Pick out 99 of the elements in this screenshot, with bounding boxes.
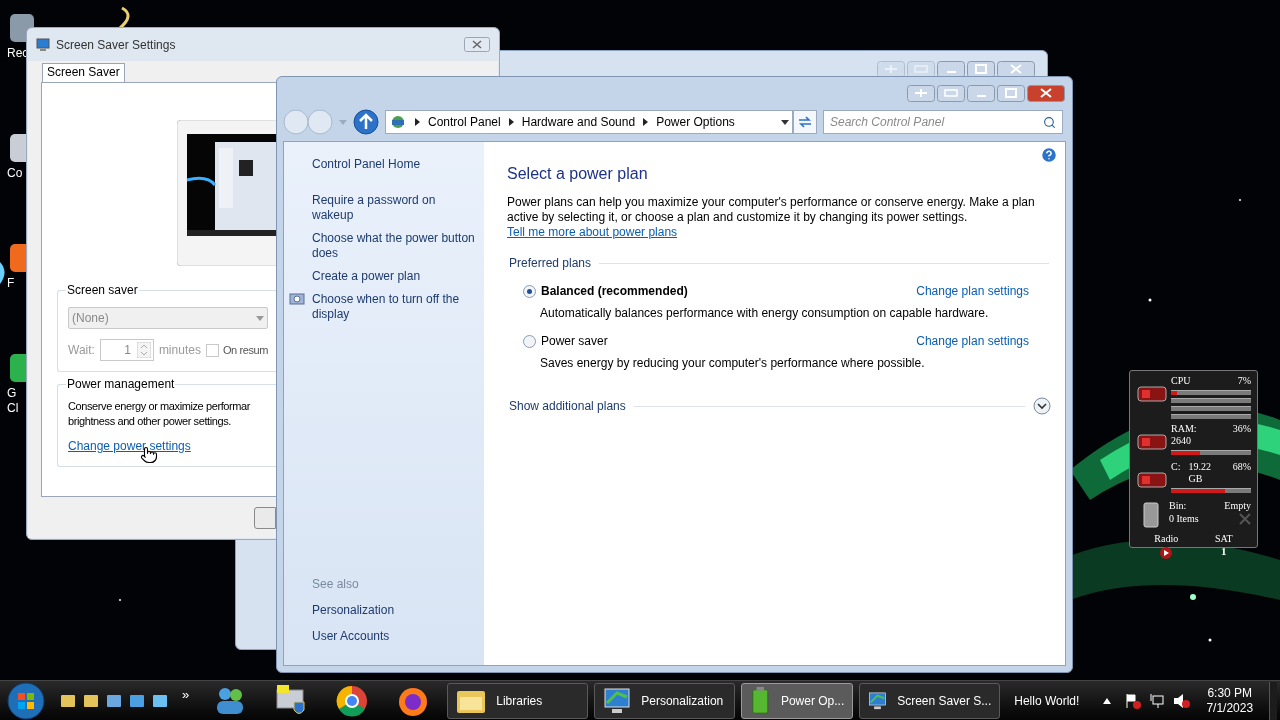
checkbox[interactable] <box>205 343 219 357</box>
meter-reading: 7% <box>1237 375 1251 387</box>
play-icon[interactable] <box>1160 547 1173 559</box>
radio-button[interactable] <box>523 334 536 348</box>
bin-label: Bin: <box>1169 499 1187 512</box>
plan-name: Power saver <box>541 333 608 350</box>
nav-link[interactable]: Require a password on wakeup <box>312 193 480 223</box>
monitor-icon <box>36 37 50 52</box>
radio-button[interactable] <box>523 284 536 298</box>
dropdown-arrow-icon <box>256 315 264 321</box>
section-heading: Preferred plans <box>509 255 592 272</box>
dialog-button[interactable] <box>254 507 276 529</box>
bin-items: 0 Items <box>1169 512 1199 525</box>
breadcrumb-arrow-icon[interactable] <box>643 118 649 126</box>
monitor-clock-icon <box>289 292 305 308</box>
taskbar-button[interactable]: Libraries <box>447 682 589 719</box>
overflow-chevron[interactable]: » <box>182 684 190 705</box>
taskbar-button[interactable]: Screen Saver S... <box>859 682 1001 719</box>
quick-launch-icon[interactable] <box>83 692 99 709</box>
taskbar-button[interactable]: Power Op... <box>741 682 854 719</box>
show-hidden-icons-icon[interactable] <box>1103 697 1112 704</box>
field-label: Wait: <box>68 342 95 359</box>
checkbox-label: On resum <box>222 342 268 358</box>
battery-icon <box>750 685 771 716</box>
breadcrumb-arrow-icon[interactable] <box>508 118 514 126</box>
search-field[interactable]: Search Control Panel <box>823 110 1063 134</box>
action-center-flag-icon[interactable] <box>1125 692 1142 709</box>
tab[interactable]: Screen Saver <box>42 63 125 82</box>
plan-description: Automatically balances performance with energy consumption on capable hardware. <box>539 305 989 322</box>
nav-link[interactable]: Choose when to turn off the display <box>312 292 480 322</box>
intro-paragraph: Power plans can help you maximize your computer's performance or conserve energy. Make a plan active by selecting it, or choose a plan and customize it by changing its power settings. Tell me more about power plans <box>507 195 1036 240</box>
nav-link[interactable]: Choose what the power button does <box>312 231 480 261</box>
date-label: 1 <box>1221 545 1227 557</box>
minimize-icon[interactable] <box>937 61 965 78</box>
search-icon[interactable] <box>1043 115 1056 129</box>
quick-launch-icon[interactable] <box>106 692 122 709</box>
quick-launch-icon[interactable] <box>129 692 145 709</box>
breadcrumb-arrow-icon[interactable] <box>415 118 420 126</box>
meter-detail: 19.22 GB <box>1188 461 1212 485</box>
nav-link[interactable]: Create a power plan <box>312 269 421 284</box>
speaker-muted-icon[interactable] <box>1173 692 1192 709</box>
close-icon[interactable] <box>1027 85 1065 102</box>
quick-launch-icon[interactable] <box>152 692 168 709</box>
radio-label: Radio <box>1154 533 1179 545</box>
day-label: SAT <box>1214 533 1233 545</box>
maximize-icon[interactable] <box>967 61 995 78</box>
close-icon[interactable] <box>464 37 490 52</box>
breadcrumb-item[interactable]: Control Panel <box>428 113 501 131</box>
plan-description: Saves energy by reducing your computer's performance where possible. <box>539 355 925 372</box>
desktop-icon-label: F <box>6 276 15 291</box>
nav-link[interactable]: User Accounts <box>312 627 390 645</box>
desktop-icon-label: Cl <box>6 401 19 416</box>
wait-spinner-field[interactable]: 1 <box>99 339 154 361</box>
address-bar[interactable]: Control Panel Hardware and Sound Power Options <box>385 110 793 134</box>
chrome-icon[interactable] <box>335 684 368 717</box>
meter-label: RAM: 2640 <box>1171 423 1198 447</box>
page-heading: Select a power plan <box>507 164 648 184</box>
nav-link[interactable]: Personalization <box>312 601 395 619</box>
change-plan-settings-link[interactable]: Change plan settings <box>916 332 1029 350</box>
notification-text: Hello World! <box>1014 692 1080 710</box>
group-label: Screen saver <box>66 283 139 297</box>
group-label: Power management <box>66 377 176 391</box>
taskbar-button[interactable]: Personalization <box>594 682 736 719</box>
control-panel-icon <box>389 114 407 130</box>
desktop-icon-label: Co <box>6 166 23 181</box>
network-icon[interactable] <box>1149 692 1166 709</box>
meter-reading: 36% <box>1232 423 1251 436</box>
change-power-settings-link[interactable]: Change power settings <box>68 437 191 455</box>
bin-status: Empty <box>1224 499 1251 512</box>
breadcrumb-item[interactable]: Power Options <box>656 113 735 131</box>
change-plan-settings-link[interactable]: Change plan settings <box>916 282 1029 300</box>
help-icon[interactable] <box>1040 146 1058 164</box>
up-icon[interactable] <box>353 109 379 135</box>
expand-button-icon[interactable] <box>1033 397 1051 415</box>
start-button-icon[interactable] <box>7 681 45 720</box>
minimize-icon[interactable] <box>967 85 995 102</box>
meter-label: CPU <box>1171 375 1191 387</box>
dropdown-arrow-icon[interactable] <box>781 119 789 125</box>
nav-link[interactable]: Control Panel Home <box>312 155 421 173</box>
caption-button-icon[interactable] <box>937 85 965 102</box>
caption-button-icon[interactable] <box>907 85 935 102</box>
quick-launch-icon[interactable] <box>60 692 76 709</box>
maximize-icon[interactable] <box>997 85 1025 102</box>
window-title: Screen Saver Settings <box>56 36 176 54</box>
meter-label: C: <box>1171 461 1181 474</box>
expander-label[interactable]: Show additional plans <box>509 397 626 415</box>
plan-name: Balanced (recommended) <box>541 283 688 300</box>
desktop-icon-label: G <box>6 386 17 401</box>
field-label: minutes <box>158 342 201 359</box>
section-heading: See also <box>312 576 360 593</box>
close-icon[interactable] <box>997 61 1035 78</box>
tell-me-more-link[interactable]: Tell me more about power plans <box>507 225 678 239</box>
breadcrumb-item[interactable]: Hardware and Sound <box>521 113 636 131</box>
meter-reading: 68% <box>1232 461 1251 474</box>
monitor-icon <box>603 686 632 715</box>
description-text: brightness and other power settings. <box>68 414 231 429</box>
description-text: Conserve energy or maximize performar <box>68 399 251 414</box>
show-desktop-button[interactable] <box>1269 681 1278 720</box>
clock[interactable]: 6:30 PM 7/1/2023 <box>1206 685 1254 716</box>
